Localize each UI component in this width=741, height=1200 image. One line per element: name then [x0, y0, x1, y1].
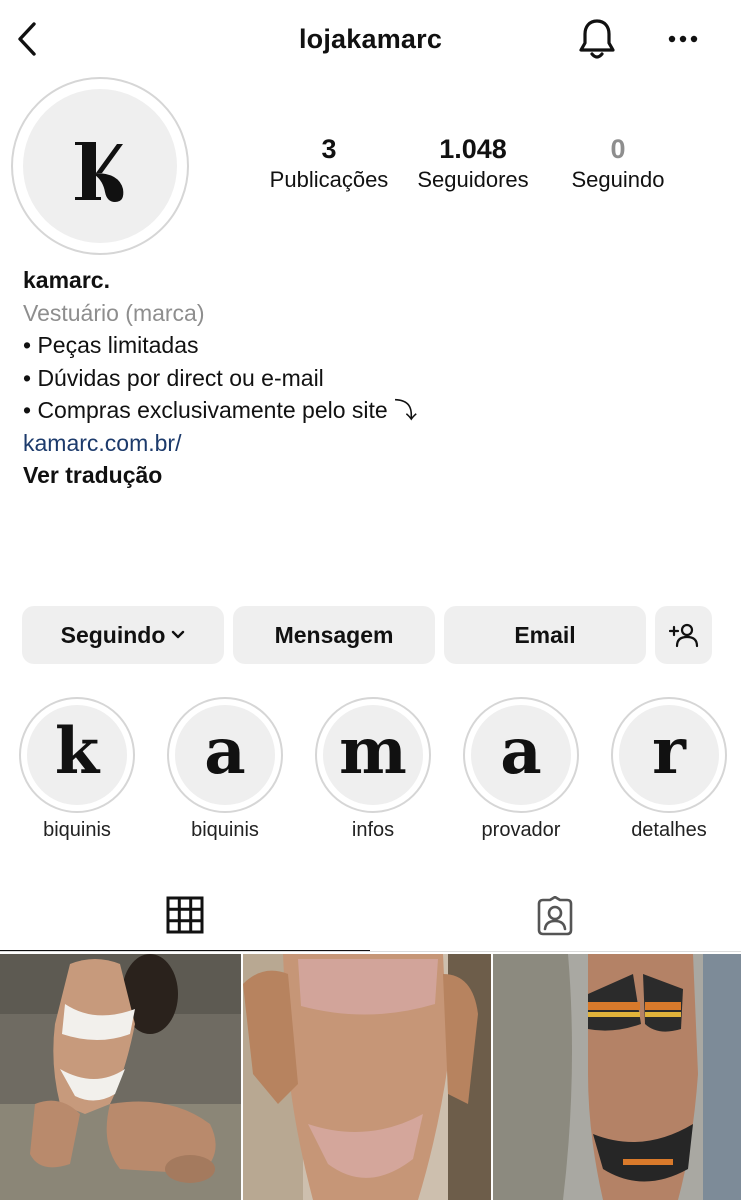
followers-count-label: Seguidores	[417, 167, 529, 192]
tab-posts-grid[interactable]	[0, 880, 370, 952]
post-thumbnail[interactable]	[0, 954, 241, 1200]
highlight-cover: a	[167, 697, 283, 813]
more-options-button[interactable]	[665, 22, 701, 56]
profile-username: lojakamarc	[298, 24, 443, 54]
post-thumbnail[interactable]	[493, 954, 741, 1200]
story-highlight[interactable]: a biquinis	[167, 697, 283, 842]
notifications-button[interactable]	[575, 16, 619, 62]
see-translation-link[interactable]: Ver tradução	[23, 459, 723, 492]
story-highlight[interactable]: a provador	[463, 697, 579, 842]
story-highlight[interactable]: k biquinis	[19, 697, 135, 842]
following-count[interactable]: 0 Seguindo	[553, 133, 683, 195]
highlight-letter: a	[471, 705, 571, 805]
highlight-label: biquinis	[43, 819, 111, 841]
highlight-letter: m	[323, 705, 423, 805]
following-count-value: 0	[610, 134, 626, 164]
grid-icon	[166, 896, 204, 934]
more-horizontal-icon	[668, 35, 698, 43]
following-button[interactable]: Seguindo	[22, 606, 224, 664]
message-button-label: Mensagem	[274, 621, 394, 648]
avatar-logo	[23, 89, 177, 243]
highlight-cover: a	[463, 697, 579, 813]
tab-tagged[interactable]	[370, 880, 740, 952]
highlight-cover: m	[315, 697, 431, 813]
tagged-icon	[537, 896, 573, 936]
following-button-label: Seguindo	[60, 621, 166, 648]
website-link[interactable]: kamarc.com.br/	[23, 427, 723, 460]
chevron-down-icon	[172, 630, 185, 639]
highlight-cover: r	[611, 697, 727, 813]
highlight-letter: r	[619, 705, 719, 805]
followers-count-value: 1.048	[439, 134, 507, 164]
profile-avatar[interactable]	[11, 77, 189, 255]
suggested-users-button[interactable]	[655, 606, 712, 664]
highlight-letter: a	[175, 705, 275, 805]
posts-count-value: 3	[321, 134, 337, 164]
profile-tabs	[0, 880, 741, 952]
highlight-label: detalhes	[631, 819, 707, 841]
email-button[interactable]: Email	[444, 606, 646, 664]
story-highlight[interactable]: r detalhes	[611, 697, 727, 842]
kamarc-logo-icon	[75, 142, 124, 202]
add-user-icon	[668, 623, 698, 648]
highlight-label: provador	[481, 819, 561, 841]
highlight-cover: k	[19, 697, 135, 813]
tabs-divider	[0, 951, 741, 952]
bio-line: • Peças limitadas	[23, 332, 199, 358]
post-thumbnail[interactable]	[243, 954, 491, 1200]
posts-count[interactable]: 3 Publicações	[258, 133, 400, 195]
top-bar: lojakamarc	[0, 0, 741, 78]
highlight-label: infos	[351, 819, 395, 841]
bio-line: • Compras exclusivamente pelo site ⤵	[23, 397, 418, 423]
email-button-label: Email	[514, 621, 576, 648]
bell-icon	[579, 19, 615, 59]
highlight-letter: k	[27, 705, 127, 805]
story-highlight[interactable]: m infos	[315, 697, 431, 842]
message-button[interactable]: Mensagem	[233, 606, 435, 664]
profile-bio: kamarc. Vestuário (marca) • Peças limita…	[23, 264, 723, 492]
post-photo	[493, 954, 741, 1200]
bio-line: • Dúvidas por direct ou e-mail	[23, 364, 324, 391]
post-photo	[0, 954, 241, 1200]
profile-display-name: kamarc.	[23, 267, 110, 293]
post-photo	[243, 954, 491, 1200]
posts-count-label: Publicações	[269, 167, 389, 192]
highlight-label: biquinis	[191, 819, 259, 841]
profile-category: Vestuário (marca)	[23, 299, 205, 326]
following-count-label: Seguindo	[571, 167, 665, 192]
followers-count[interactable]: 1.048 Seguidores	[403, 133, 543, 195]
